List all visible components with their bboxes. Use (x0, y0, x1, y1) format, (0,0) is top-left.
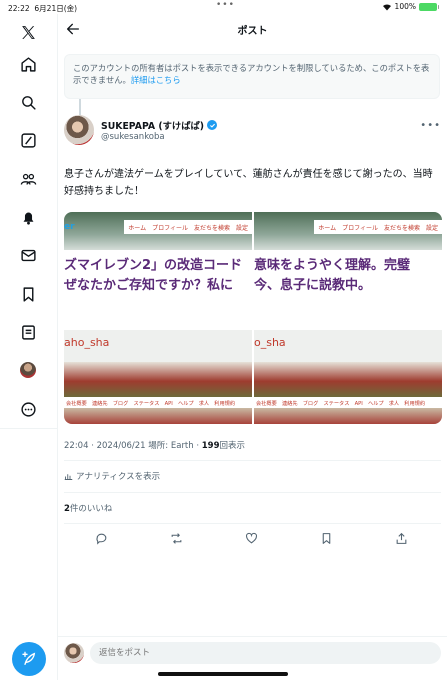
view-analytics-link[interactable]: アナリティクスを表示 (64, 470, 160, 482)
notifications-icon[interactable] (17, 206, 39, 228)
image-menu-text: ホーム プロフィール 友だちを検索 設定 (124, 220, 252, 234)
divider (64, 523, 441, 524)
grok-icon[interactable] (17, 129, 39, 151)
compose-post-button[interactable] (12, 642, 46, 676)
author-handle[interactable]: @sukesankoba (101, 132, 165, 142)
restricted-notice: このアカウントの所有者はポストを表示できるアカウントを制限しているため、このポス… (64, 54, 440, 99)
x-logo-icon[interactable] (17, 21, 39, 43)
post-timestamp[interactable]: 22:04 · 2024/06/21 場所: Earth · (64, 441, 202, 451)
communities-icon[interactable] (17, 168, 39, 190)
image-line2: 今、息子に説教中。 (254, 278, 372, 293)
author-display-name[interactable]: SUKEPAPA (すけぱぱ) (101, 118, 204, 132)
divider (64, 492, 441, 493)
bookmark-icon (322, 533, 331, 544)
multitask-dots[interactable]: ••• (216, 0, 235, 10)
sidebar (0, 14, 58, 680)
image-bottom-photo (254, 362, 442, 397)
wifi-icon (382, 3, 391, 11)
post-actions (58, 528, 447, 548)
profile-avatar[interactable] (17, 359, 39, 381)
image-footer-links: 会社概要 連絡先 ブログ ステータス API ヘルプ 求人 利用規約 (64, 397, 252, 424)
analytics-label[interactable]: アナリティクスを表示 (76, 470, 160, 482)
home-indicator[interactable] (158, 672, 288, 676)
image-line1: 意味をようやく理解。完璧 (254, 258, 411, 273)
notice-text: このアカウントの所有者はポストを表示できるアカウントを制限しているため、このポス… (73, 63, 430, 85)
post-more-icon[interactable]: ••• (420, 120, 441, 131)
image-line1: ズマイレブン2」の改造コード (64, 258, 243, 273)
post-media[interactable]: ホーム プロフィール 友だちを検索 設定 er ズマイレブン2」の改造コード ぜ… (64, 212, 442, 424)
author-avatar[interactable] (64, 115, 94, 145)
bookmarks-icon[interactable] (17, 283, 39, 305)
lists-icon[interactable] (17, 321, 39, 343)
messages-icon[interactable] (17, 244, 39, 266)
like-icon (246, 532, 257, 544)
search-icon[interactable] (17, 91, 39, 113)
views-count: 199 (201, 441, 220, 451)
reply-bar (58, 636, 447, 666)
divider (64, 460, 441, 461)
main-column: ポスト このアカウントの所有者はポストを表示できるアカウントを制限しているため、… (58, 14, 447, 680)
reply-button[interactable] (95, 530, 111, 546)
image-bottom-photo (64, 362, 252, 397)
sidebar-divider (0, 428, 58, 429)
home-icon[interactable] (17, 53, 39, 75)
learn-more-link[interactable]: 詳細はこちら (131, 75, 181, 85)
likes-count-link[interactable]: 2件のいいね (64, 502, 112, 514)
views-label: 回表示 (219, 441, 246, 451)
image-footer-links: 会社概要 連絡先 ブログ ステータス API ヘルプ 求人 利用規約 (254, 397, 442, 424)
battery-icon (419, 2, 439, 11)
share-button[interactable] (395, 530, 411, 546)
media-image-right[interactable]: ホーム プロフィール 友だちを検索 設定 意味をようやく理解。完璧 今、息子に説… (254, 212, 442, 424)
image-line2: ぜなたかご存知ですか？私に (64, 278, 234, 293)
image-handle: aho_sha (64, 336, 110, 349)
author-name[interactable]: SUKEPAPA (すけぱぱ) (101, 118, 218, 132)
header: ポスト (58, 14, 447, 44)
post-text: 息子さんが違法ゲームをプレイしていて、蓮舫さんが責任を感じて謝ったの、当時好感持… (64, 169, 433, 197)
repost-button[interactable] (170, 530, 186, 546)
image-menu-text: ホーム プロフィール 友だちを検索 設定 (314, 220, 442, 234)
post-meta: 22:04 · 2024/06/21 場所: Earth · 199回表示 (64, 439, 245, 451)
avatar (20, 362, 36, 378)
media-image-left[interactable]: ホーム プロフィール 友だちを検索 設定 er ズマイレブン2」の改造コード ぜ… (64, 212, 252, 424)
status-bar: 22:22 6月21日(金) ••• 100% (0, 0, 447, 14)
like-button[interactable] (245, 530, 261, 546)
reply-icon (96, 533, 107, 545)
verified-badge-icon (207, 120, 218, 130)
more-icon[interactable] (17, 398, 39, 420)
share-icon (396, 532, 407, 544)
likes-label: 件のいいね (69, 504, 113, 514)
image-handle: o_sha (254, 336, 286, 349)
battery-percent: 100% (394, 2, 416, 11)
repost-icon (171, 533, 182, 544)
analytics-icon (64, 473, 73, 480)
feather-plus-icon (22, 651, 36, 665)
bookmark-button[interactable] (320, 530, 336, 546)
status-time: 22:22 6月21日(金) (8, 4, 78, 13)
page-title: ポスト (237, 26, 268, 37)
image-logo-text: er (64, 222, 75, 232)
avatar (64, 643, 84, 663)
reply-input[interactable] (90, 642, 441, 664)
status-right: 100% (382, 2, 439, 11)
